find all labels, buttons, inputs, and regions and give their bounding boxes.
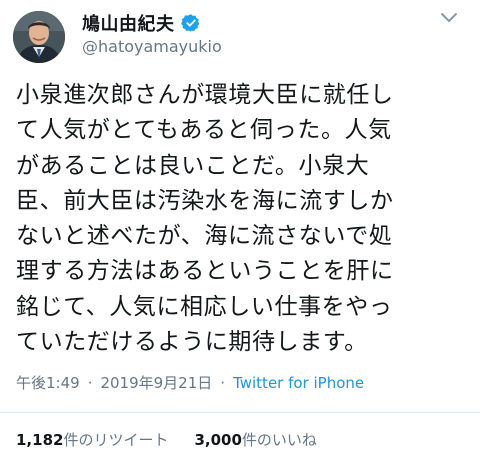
tweet-text: 小泉進次郎さんが環境大臣に就任し て人気がとてもあると伺った。人気 があることは…	[16, 78, 472, 360]
tweet-metadata: 午後1:49 · 2019年9月21日 · Twitter for iPhone	[16, 372, 364, 393]
avatar-image	[13, 11, 65, 63]
meta-separator: ·	[220, 373, 226, 392]
chevron-down-icon[interactable]	[440, 12, 458, 24]
tweet-text-line: があることは良いことだ。小泉大	[16, 152, 370, 179]
author-display-name[interactable]: 鳩山由紀夫	[82, 10, 175, 36]
tweet-text-line: 理する方法はあるということを肝に	[16, 258, 394, 285]
likes-stat[interactable]: 3,000 件のいいね	[194, 429, 316, 450]
tweet-text-line: 小泉進次郎さんが環境大臣に就任し	[16, 82, 394, 108]
tweet-text-line: ていただけるように期待します。	[16, 329, 368, 356]
author-handle[interactable]: @hatoyamayukio	[82, 37, 222, 56]
tweet-header: 鳩山由紀夫 @hatoyamayukio	[0, 0, 480, 74]
tweet-time[interactable]: 午後1:49	[16, 372, 80, 393]
tweet-text-line: ないと述べたが、海に流さないで処	[16, 223, 393, 250]
retweets-label: 件のリツイート	[63, 431, 169, 449]
meta-separator: ·	[87, 373, 93, 392]
divider	[0, 412, 480, 413]
tweet-text-line: 臣、前大臣は汚染水を海に流すしか	[16, 187, 394, 214]
retweets-stat[interactable]: 1,182 件のリツイート	[16, 429, 168, 450]
tweet-date[interactable]: 2019年9月21日	[100, 372, 212, 393]
tweet-stats: 1,182 件のリツイート 3,000 件のいいね	[16, 429, 317, 450]
author-name-row[interactable]: 鳩山由紀夫	[82, 11, 201, 35]
verified-badge-icon	[180, 13, 201, 33]
avatar[interactable]	[13, 11, 65, 63]
likes-count: 3,000	[194, 430, 242, 449]
tweet-text-line: 銘じて、人気に相応しい仕事をやっ	[16, 293, 393, 320]
likes-label: 件のいいね	[241, 431, 317, 449]
tweet-source-link[interactable]: Twitter for iPhone	[233, 374, 364, 392]
tweet-text-line: て人気がとてもあると伺った。人気	[16, 117, 392, 144]
retweets-count: 1,182	[16, 430, 64, 449]
